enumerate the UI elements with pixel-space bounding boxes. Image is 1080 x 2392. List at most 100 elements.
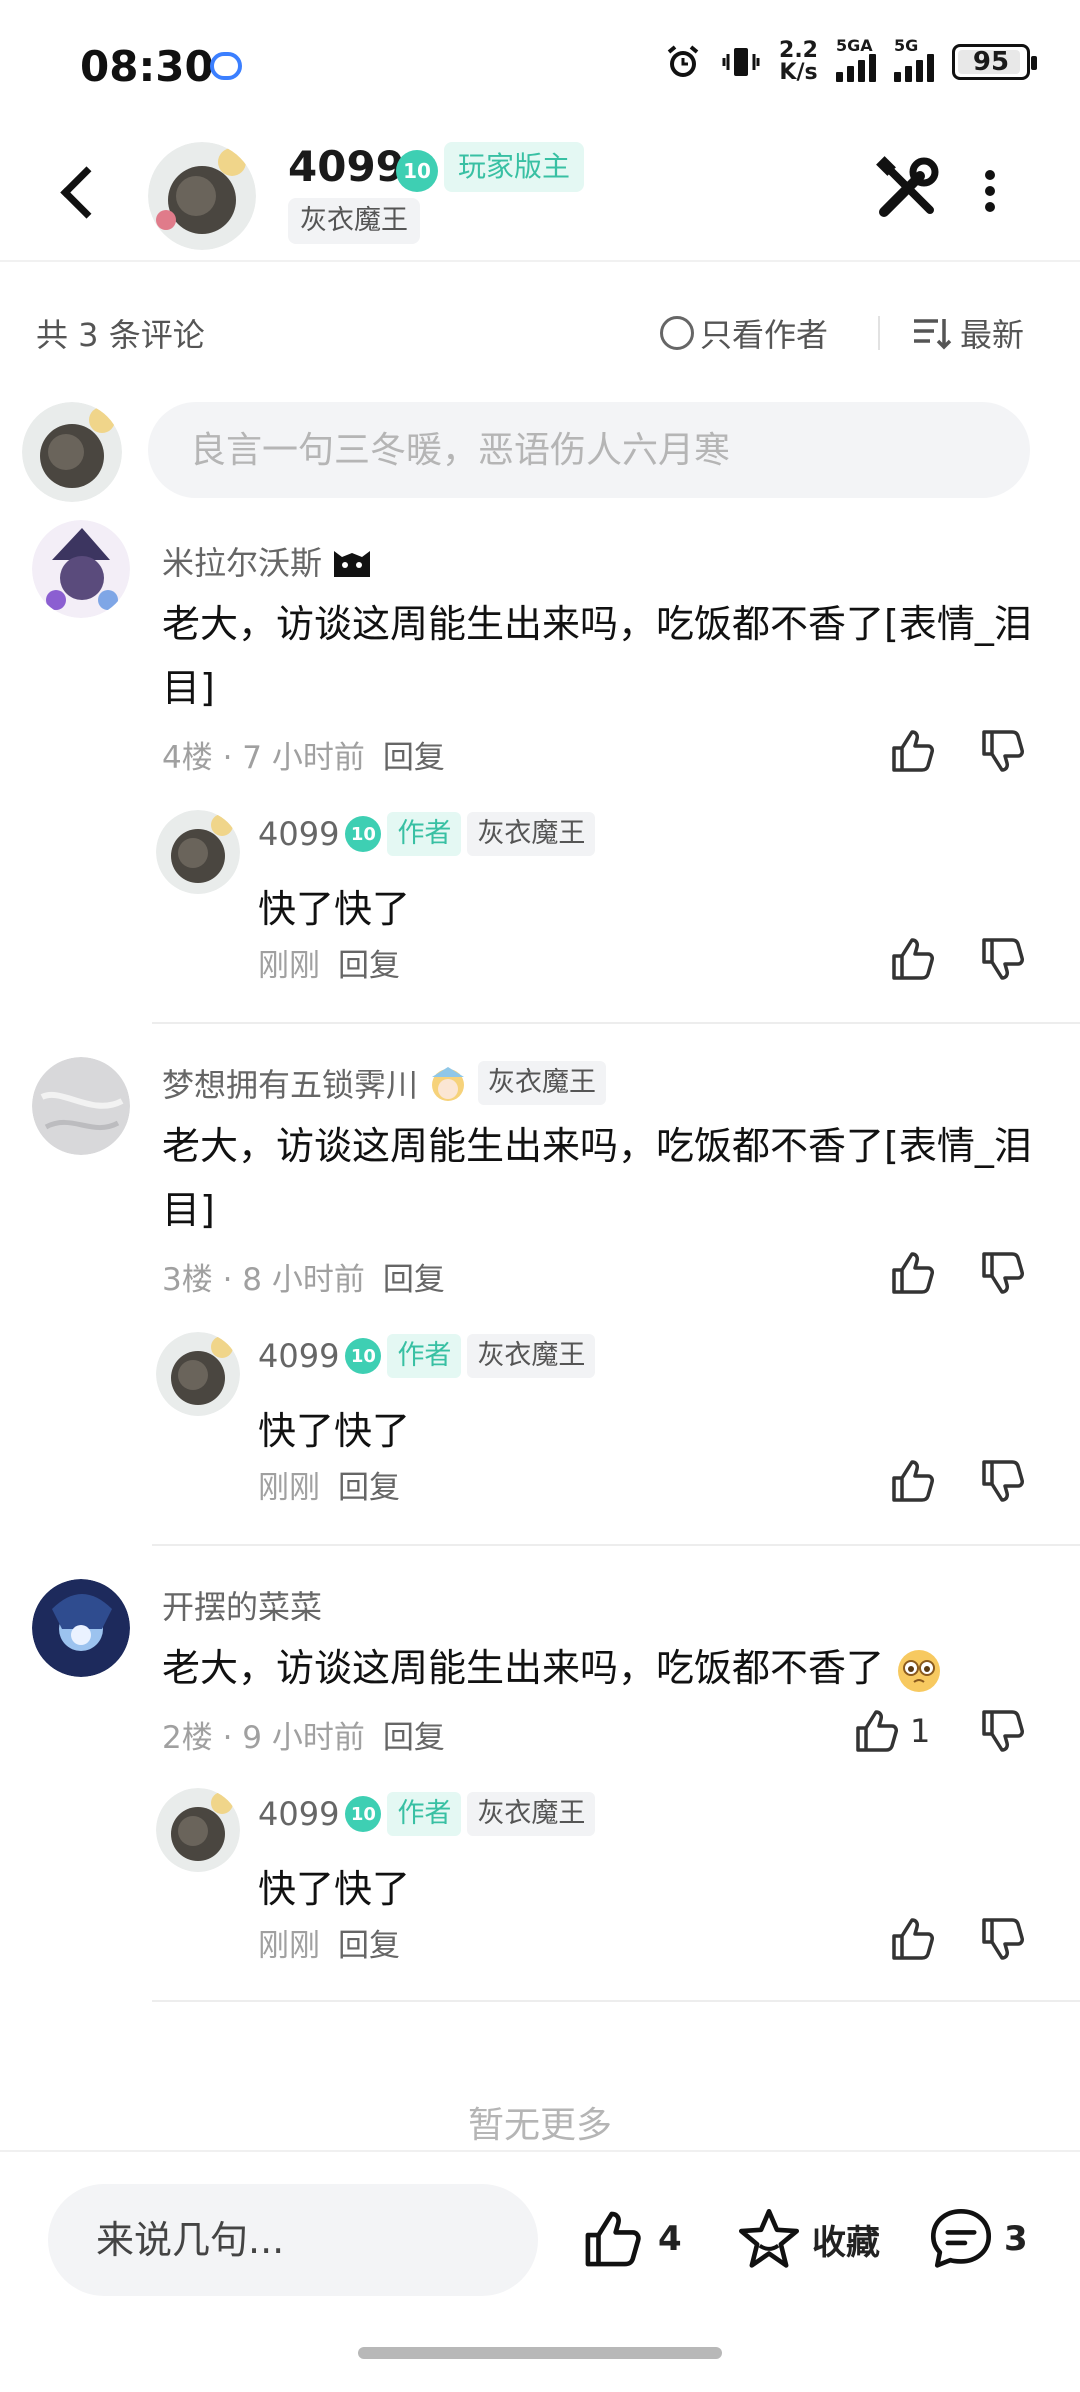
reply-text: 快了快了 [258, 887, 411, 931]
reply-user-name[interactable]: 4099 [258, 1795, 339, 1833]
comment-input[interactable] [148, 402, 1030, 498]
user-avatar[interactable] [32, 1579, 130, 1677]
reply-meta: 刚刚 回复 [258, 1462, 400, 1507]
comment-text: 老大，访谈这周能生出来吗，吃饭都不香了 [162, 1636, 1032, 1700]
thumbs-down-icon[interactable] [978, 934, 1028, 984]
signal-icon: 5GA [836, 36, 876, 82]
level-badge: 10 [345, 1338, 382, 1374]
comment-meta: 2楼 · 9 小时前 回复 [162, 1712, 445, 1757]
reply-avatar[interactable] [156, 1788, 240, 1872]
reply-user-name[interactable]: 4099 [258, 1337, 339, 1375]
comment-text-content: 老大，访谈这周能生出来吗，吃饭都不香了 [162, 1646, 885, 1690]
reply-meta: 刚刚 回复 [258, 940, 400, 985]
reply-button[interactable]: 回复 [383, 740, 445, 776]
level-badge: 10 [345, 816, 382, 852]
chat-bubble-icon [210, 52, 242, 80]
user-name-row: 梦想拥有五锁霁川 灰衣魔王 [162, 1060, 607, 1106]
level-badge: 10 [345, 1796, 382, 1832]
user-name-row: 开摆的菜菜 [162, 1582, 322, 1628]
status-time: 08:30 [80, 42, 214, 91]
floor-time: 4楼 · 7 小时前 [162, 740, 365, 776]
post-header: 4099 10 玩家版主 灰衣魔王 [0, 130, 1080, 262]
reply-time: 刚刚 [258, 1928, 320, 1964]
title-tag: 灰衣魔王 [467, 812, 596, 856]
floor-time: 2楼 · 9 小时前 [162, 1720, 365, 1756]
thumbs-up-icon [585, 2211, 641, 2267]
divider [878, 316, 880, 350]
thumbs-down-icon[interactable] [978, 1248, 1028, 1298]
user-name-row: 米拉尔沃斯 [162, 538, 374, 584]
user-name[interactable]: 开摆的菜菜 [162, 1582, 322, 1628]
thumbs-up-icon[interactable] [852, 1706, 902, 1756]
comment-text: 老大，访谈这周能生出来吗，吃饭都不香了[表情_泪目] [162, 1124, 1032, 1232]
favorite-button[interactable]: 收藏 [736, 2206, 880, 2272]
divider [152, 2000, 1080, 2002]
sort-latest-button[interactable]: 最新 [912, 310, 1024, 356]
reply-button[interactable]: 回复 [383, 1720, 445, 1756]
post-like-count: 4 [658, 2219, 682, 2259]
sort-label: 最新 [960, 316, 1025, 354]
author-avatar[interactable] [148, 142, 256, 250]
thumbs-down-icon[interactable] [978, 1914, 1028, 1964]
thumbs-up-icon[interactable] [888, 934, 938, 984]
comment-meta: 3楼 · 8 小时前 回复 [162, 1254, 445, 1299]
user-name[interactable]: 梦想拥有五锁霁川 [162, 1060, 418, 1106]
reply-name-row: 4099 10 作者 灰衣魔王 [258, 1334, 596, 1378]
thumbs-down-icon[interactable] [978, 1706, 1028, 1756]
user-avatar[interactable] [32, 520, 130, 618]
reply-name-row: 4099 10 作者 灰衣魔王 [258, 1792, 596, 1836]
thumbs-down-icon[interactable] [978, 1456, 1028, 1506]
author-badge: 作者 [387, 812, 462, 856]
user-name[interactable]: 米拉尔沃斯 [162, 538, 322, 584]
alarm-icon [667, 45, 699, 77]
thumbs-up-icon[interactable] [888, 1248, 938, 1298]
comments-button[interactable]: 3 [928, 2206, 1028, 2272]
comment-summary: 共 3 条评论 只看作者 最新 [0, 300, 1080, 360]
star-icon [738, 2208, 800, 2268]
reply-time: 刚刚 [258, 1470, 320, 1506]
thumbs-up-icon[interactable] [888, 1456, 938, 1506]
status-icons: 2.2 K/s 5GA 5G 95 [663, 36, 1037, 85]
thumbs-up-icon[interactable] [888, 1914, 938, 1964]
like-post-button[interactable]: 4 [578, 2206, 682, 2272]
title-tag: 灰衣魔王 [467, 1334, 596, 1378]
home-indicator[interactable] [358, 2347, 722, 2359]
battery-icon: 95 [952, 44, 1037, 80]
radio-icon [660, 316, 694, 350]
comment-icon [930, 2208, 992, 2268]
title-tag: 灰衣魔王 [467, 1792, 596, 1836]
teary-eyes-emoji-icon [898, 1649, 941, 1692]
author-name[interactable]: 4099 [288, 142, 405, 191]
comment-total: 3 [1004, 2219, 1028, 2259]
user-avatar[interactable] [32, 1057, 130, 1155]
author-badge: 作者 [387, 1792, 462, 1836]
my-avatar [22, 402, 122, 502]
vibrate-icon [722, 48, 760, 76]
back-button[interactable] [50, 160, 110, 230]
reply-user-name[interactable]: 4099 [258, 815, 339, 853]
thumbs-down-icon[interactable] [978, 726, 1028, 776]
status-bar: 08:30 2.2 K/s 5GA 5G 95 [0, 0, 1080, 130]
favorite-label: 收藏 [812, 2222, 880, 2263]
comment-meta: 4楼 · 7 小时前 回复 [162, 732, 445, 777]
network-speed: 2.2 K/s [779, 38, 818, 85]
author-badge: 作者 [387, 1334, 462, 1378]
thumbs-up-icon[interactable] [888, 726, 938, 776]
author-only-toggle[interactable]: 只看作者 [660, 310, 828, 356]
reply-text: 快了快了 [258, 1409, 411, 1453]
reply-button[interactable]: 回复 [383, 1262, 445, 1298]
floor-time: 3楼 · 8 小时前 [162, 1262, 365, 1298]
cat-emoji-icon [334, 551, 371, 577]
comment-text: 老大，访谈这周能生出来吗，吃饭都不香了[表情_泪目] [162, 602, 1032, 710]
reply-button[interactable]: 回复 [338, 1470, 400, 1506]
tools-icon[interactable] [872, 154, 942, 224]
signal-icon: 5G [894, 36, 934, 82]
more-options-icon[interactable] [980, 164, 1000, 224]
reply-button[interactable]: 回复 [338, 948, 400, 984]
bottom-comment-input[interactable] [48, 2184, 538, 2296]
reply-button[interactable]: 回复 [338, 1928, 400, 1964]
reply-name-row: 4099 10 作者 灰衣魔王 [258, 812, 596, 856]
divider [152, 1544, 1080, 1546]
reply-avatar[interactable] [156, 1332, 240, 1416]
reply-avatar[interactable] [156, 810, 240, 894]
